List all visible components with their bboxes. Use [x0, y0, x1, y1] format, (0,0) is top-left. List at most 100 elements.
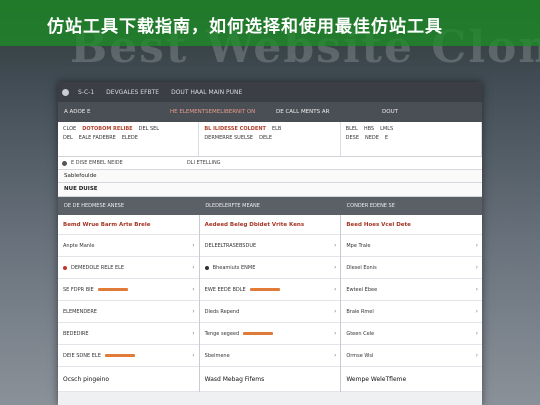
- subbar-cell[interactable]: DE CALL MENTS AR: [270, 109, 376, 115]
- tool-table: Bemd Wrue Barm Arte Brele Anpte Manle › D…: [58, 215, 482, 392]
- chevron-right-icon: ›: [192, 264, 195, 271]
- info-text: DEL: [63, 135, 73, 141]
- table-row[interactable]: DEIE SDNE ELE ›: [58, 345, 199, 367]
- table-row[interactable]: Ewteel Ebee ›: [341, 279, 482, 301]
- info-text: DOTOBOM RELIBE: [82, 126, 133, 132]
- table-row[interactable]: EWE EEDE BDLE ›: [199, 279, 341, 301]
- bullet-icon: [63, 265, 67, 270]
- info-text: NEDE: [365, 135, 379, 141]
- table-row[interactable]: DELEELTRASEBSDUE ›: [199, 235, 341, 257]
- row-text: EWE EEDE BDLE: [204, 286, 246, 293]
- info-text: BL ILIDESSE COLDENT: [204, 126, 266, 132]
- chevron-right-icon: ›: [333, 286, 337, 293]
- row-text: Gteen Cele: [346, 330, 375, 337]
- table-row[interactable]: Ormse Wsl ›: [341, 345, 482, 367]
- table-footer[interactable]: Wempe WeleTfleme: [341, 367, 482, 392]
- table-row[interactable]: BEDEDIRE ›: [58, 323, 199, 345]
- chevron-right-icon: ›: [333, 352, 337, 359]
- strip-text[interactable]: DLI ETELLING: [187, 160, 221, 166]
- info-text: ELB: [271, 126, 282, 132]
- table-row[interactable]: Dlesel Eonis ›: [341, 257, 482, 279]
- chevron-right-icon: ›: [192, 308, 195, 315]
- row-text: Dleds Repend: [204, 308, 240, 315]
- bullet-icon: [204, 265, 209, 270]
- table-row[interactable]: Mpe Trale ›: [341, 235, 482, 257]
- table-row[interactable]: Aedeed Beleg Dbidet Vrite Kens: [199, 215, 341, 235]
- progress-bar: [104, 354, 135, 357]
- chevron-right-icon: ›: [333, 264, 337, 271]
- filter-strip: E DISE EMBEL NEIDE DLI ETELLING: [58, 157, 482, 170]
- chevron-right-icon: ›: [475, 264, 479, 271]
- table-row[interactable]: Brale Rmel ›: [341, 301, 482, 323]
- table-column-header[interactable]: DE DE HEDMESE ANESE: [58, 203, 199, 209]
- subbar-cell[interactable]: HE ELEMENTSEMELIBERNIT ON: [164, 109, 270, 115]
- table-row[interactable]: ELEMENDERE ›: [58, 301, 199, 323]
- table-row[interactable]: Beed Hoes Vcel Dete: [341, 215, 482, 235]
- table-row[interactable]: Gteen Cele ›: [341, 323, 482, 345]
- topbar-item[interactable]: DOUT HAAL MAIN PUNE: [168, 89, 245, 96]
- table-row[interactable]: Bheamiuts ENME ›: [199, 257, 341, 279]
- row-text: SE FDPR BIE: [63, 286, 94, 293]
- info-text: BLEL: [345, 126, 358, 132]
- progress-bar: [97, 288, 128, 291]
- chevron-right-icon: ›: [192, 242, 195, 249]
- table-row[interactable]: SE FDPR BIE ›: [58, 279, 199, 301]
- sub-bar: A ADOE E HE ELEMENTSEMELIBERNIT ON DE CA…: [58, 102, 482, 122]
- info-text: E: [384, 135, 389, 141]
- table-footer[interactable]: Ocsch pingeino: [58, 367, 199, 392]
- table-column-header[interactable]: CONDER EDENE SE: [341, 203, 482, 209]
- table-row[interactable]: Anpte Manle ›: [58, 235, 199, 257]
- app-screen: S-C-1 DEVGALES EFBTE DOUT HAAL MAIN PUNE…: [58, 82, 482, 405]
- progress-bar: [249, 288, 280, 291]
- table-header: DE DE HEDMESE ANESE DLEDELERFTE MEANE CO…: [58, 197, 482, 215]
- row-text: Dlesel Eonis: [346, 264, 377, 271]
- info-text: DEL SEL: [138, 126, 160, 132]
- row-text: Anpte Manle: [63, 242, 95, 249]
- app-logo-icon: [62, 88, 69, 96]
- info-column: BLEL HBS LMLS DESE NEDE E: [341, 122, 482, 156]
- row-text: Tenge segeed: [204, 330, 240, 337]
- table-row[interactable]: Sbelmene ›: [199, 345, 341, 367]
- row-text: Brale Rmel: [346, 308, 374, 315]
- progress-bar: [243, 332, 274, 335]
- row-text: Bheamiuts ENME: [212, 264, 256, 271]
- strip-text[interactable]: E DISE EMBEL NEIDE: [71, 160, 123, 166]
- info-column: CLOE DOTOBOM RELIBE DEL SEL DEL EALE FADEBR…: [58, 122, 200, 156]
- row-text: Ormse Wsl: [346, 352, 374, 359]
- table-row[interactable]: Bemd Wrue Barm Arte Brele: [58, 215, 199, 235]
- row-text: Mpe Trale: [346, 242, 371, 249]
- info-text: DELE: [259, 135, 273, 141]
- chevron-right-icon: ›: [333, 242, 337, 249]
- topbar-item[interactable]: S-C-1: [75, 89, 97, 96]
- chevron-right-icon: ›: [333, 308, 337, 315]
- table-column: Aedeed Beleg Dbidet Vrite Kens DELEELTRA…: [199, 215, 342, 392]
- subbar-cell[interactable]: DOUT: [376, 109, 482, 115]
- table-column: Beed Hoes Vcel Dete Mpe Trale › Dlesel Eo…: [341, 215, 482, 392]
- table-row[interactable]: Dleds Repend ›: [199, 301, 341, 323]
- info-text: EALE FADEBRE: [78, 135, 116, 141]
- topbar-item[interactable]: DEVGALES EFBTE: [103, 89, 162, 96]
- info-text: HBS: [363, 126, 375, 132]
- table-column: Bemd Wrue Barm Arte Brele Anpte Manle › D…: [58, 215, 200, 392]
- table-column-header[interactable]: DLEDELERFTE MEANE: [199, 203, 340, 209]
- info-text: CLOE: [63, 126, 77, 132]
- chevron-right-icon: ›: [475, 330, 479, 337]
- bullet-icon: [62, 160, 67, 166]
- info-text: ELEDE: [121, 135, 138, 141]
- title-banner: 仿站工具下载指南，如何选择和使用最佳仿站工具: [0, 0, 540, 46]
- chevron-right-icon: ›: [475, 352, 479, 359]
- top-bar: S-C-1 DEVGALES EFBTE DOUT HAAL MAIN PUNE: [58, 82, 482, 102]
- chevron-right-icon: ›: [192, 352, 195, 359]
- row-text: Ewteel Ebee: [346, 286, 378, 293]
- section-label: Sablefoulde: [58, 170, 482, 183]
- subbar-cell[interactable]: A ADOE E: [58, 109, 164, 115]
- chevron-right-icon: ›: [192, 330, 195, 337]
- table-footer[interactable]: Wasd Mebag Fifems: [199, 367, 341, 392]
- info-text: DERMERRE SUELSE: [204, 135, 254, 141]
- info-column: BL ILIDESSE COLDENT ELB DERMERRE SUELSE DE…: [199, 122, 341, 156]
- row-text: Sbelmene: [204, 352, 230, 359]
- chevron-right-icon: ›: [475, 308, 479, 315]
- table-row[interactable]: Tenge segeed ›: [199, 323, 341, 345]
- banner-title: 仿站工具下载指南，如何选择和使用最佳仿站工具: [47, 17, 443, 37]
- table-row[interactable]: DEMEDOLE RELE ELE ›: [58, 257, 199, 279]
